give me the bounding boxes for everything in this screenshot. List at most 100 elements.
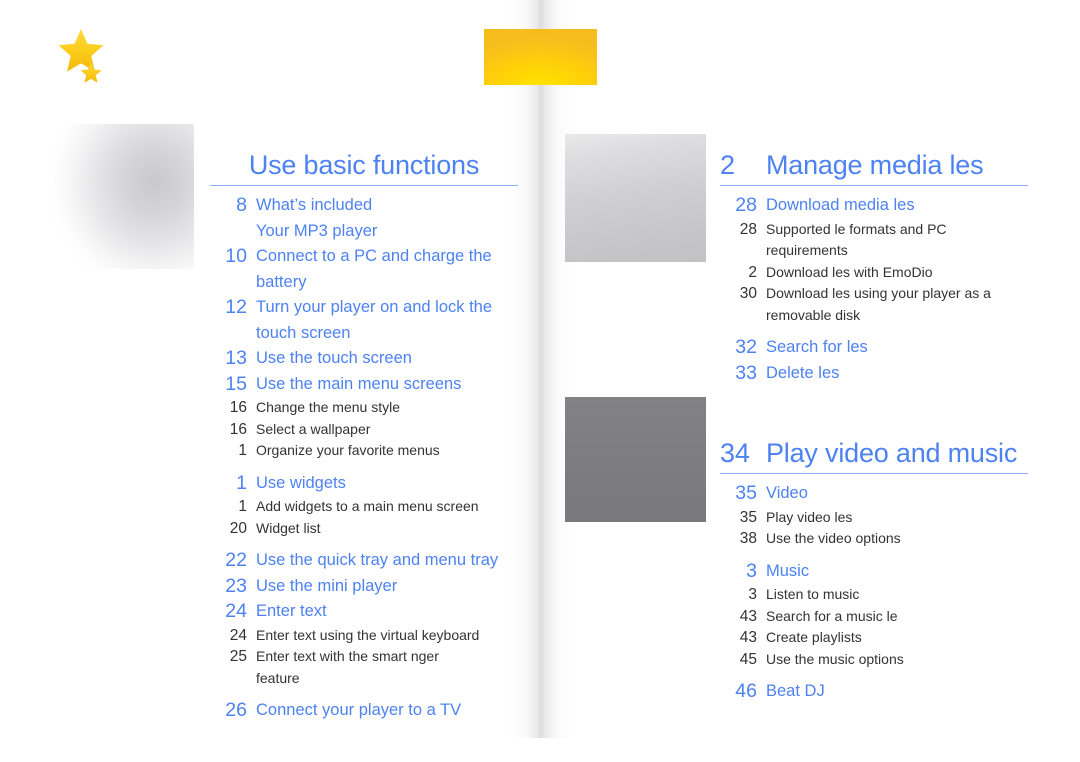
- toc-entry[interactable]: 35 Video: [720, 481, 1028, 507]
- toc-entry[interactable]: 24 Enter text using the virtual keyboard: [210, 625, 518, 647]
- toc-right-column: 2 Manage media les 28 Download media les 28 S…: [720, 150, 1028, 705]
- toc-entry-page-number: 16: [229, 399, 247, 416]
- toc-entry[interactable]: feature: [210, 668, 518, 690]
- toc-entry-page-number: 20: [229, 519, 247, 537]
- yellow-gradient-block: [484, 29, 597, 85]
- toc-entry-label: Download media les: [766, 196, 915, 214]
- toc-section-title: Play video and music: [766, 438, 1018, 468]
- toc-entry[interactable]: 13 Use the touch screen: [210, 346, 518, 372]
- toc-entry-page-number: 46: [735, 680, 757, 702]
- toc-entry-page-number: 35: [735, 482, 757, 504]
- toc-entry-label: Use the quick tray and menu tray: [256, 551, 499, 569]
- toc-entry[interactable]: 1 Add widgets to a main menu screen: [210, 496, 518, 518]
- toc-entry-label: battery: [256, 272, 307, 291]
- toc-entry-label: Download les using your player as a: [766, 285, 991, 301]
- toc-spacer: [720, 326, 1028, 335]
- toc-entry[interactable]: requirements: [720, 240, 1028, 262]
- light-gray-image-placeholder: [565, 134, 706, 262]
- toc-entry[interactable]: removable disk: [720, 305, 1028, 327]
- toc-entry[interactable]: touch screen: [210, 321, 518, 347]
- toc-entry[interactable]: Your MP3 player: [210, 219, 518, 245]
- toc-entry[interactable]: 24 Enter text: [210, 599, 518, 625]
- toc-entry[interactable]: 46 Beat DJ: [720, 679, 1028, 705]
- toc-entry[interactable]: 1 Use widgets: [210, 471, 518, 497]
- toc-entry[interactable]: 35 Play video les: [720, 507, 1028, 529]
- toc-entry[interactable]: 28 Supported le formats and PC: [720, 219, 1028, 241]
- toc-section-heading[interactable]: 2 Manage media les: [720, 150, 1028, 186]
- toc-entry-label: Use the video options: [766, 530, 901, 546]
- toc-entry-label: Enter text with the smart nger: [256, 648, 439, 664]
- toc-entry-label: Change the menu style: [256, 399, 400, 415]
- toc-entry-label: Turn your player on and lock the: [256, 298, 493, 316]
- toc-entry[interactable]: 30 Download les using your player as a: [720, 283, 1028, 305]
- toc-entry-label: Use the music options: [766, 650, 904, 667]
- toc-entry-label: Add widgets to a main menu screen: [256, 498, 479, 514]
- toc-entry[interactable]: 43 Search for a music le: [720, 606, 1028, 628]
- toc-entry-label: Create playlists: [766, 629, 862, 645]
- toc-entry-label: What’s included: [256, 196, 373, 214]
- toc-entry-label: Supported le formats and PC: [766, 220, 947, 237]
- toc-entry[interactable]: 12 Turn your player on and lock the: [210, 295, 518, 321]
- toc-entry-label: Select a wallpaper: [256, 420, 371, 437]
- stars-decoration: [58, 28, 122, 90]
- toc-spacer: [210, 689, 518, 698]
- toc-entry-list: 8 What’s included Your MP3 player 10 Connect…: [210, 193, 518, 724]
- toc-section-title: Manage media les: [766, 150, 984, 180]
- toc-entry-page-number: 10: [225, 245, 247, 267]
- toc-entry-label: Enter text: [256, 602, 327, 620]
- toc-entry-page-number: 16: [229, 420, 247, 438]
- toc-entry-page-number: 43: [739, 629, 757, 646]
- toc-entry[interactable]: 28 Download media les: [720, 193, 1028, 219]
- toc-section: Use basic functions 8 What’s included Your …: [210, 150, 518, 724]
- toc-entry[interactable]: 23 Use the mini player: [210, 574, 518, 600]
- toc-entry-page-number: 15: [225, 372, 247, 395]
- toc-left-column: Use basic functions 8 What’s included Your …: [210, 150, 518, 724]
- toc-entry-page-number: 28: [739, 220, 757, 238]
- toc-entry[interactable]: 10 Connect to a PC and charge the: [210, 244, 518, 270]
- toc-entry[interactable]: 8 What’s included: [210, 193, 518, 219]
- toc-entry-page-number: 24: [229, 626, 247, 644]
- toc-spacer: [720, 670, 1028, 679]
- toc-entry[interactable]: 45 Use the music options: [720, 649, 1028, 671]
- toc-entry-page-number: 1: [236, 471, 247, 494]
- toc-entry[interactable]: 3 Music: [720, 559, 1028, 585]
- toc-entry-page-number: 38: [739, 530, 757, 547]
- toc-entry[interactable]: 26 Connect your player to a TV: [210, 698, 518, 724]
- toc-entry[interactable]: 3 Listen to music: [720, 584, 1028, 606]
- toc-entry-label: Use widgets: [256, 473, 346, 492]
- toc-entry[interactable]: 16 Change the menu style: [210, 397, 518, 419]
- toc-entry-page-number: 22: [225, 549, 247, 571]
- toc-entry[interactable]: 20 Widget list: [210, 518, 518, 540]
- toc-entry[interactable]: 32 Search for les: [720, 335, 1028, 361]
- toc-entry-label: Use the touch screen: [256, 349, 412, 367]
- toc-entry[interactable]: 15 Use the main menu screens: [210, 372, 518, 398]
- toc-entry-label: touch screen: [256, 323, 351, 342]
- toc-entry-page-number: 3: [746, 559, 757, 582]
- gray-gradient-blob: [54, 124, 194, 269]
- toc-entry-label: Connect your player to a TV: [256, 701, 462, 719]
- toc-entry[interactable]: 43 Create playlists: [720, 627, 1028, 649]
- toc-section-heading[interactable]: 34 Play video and music: [720, 438, 1028, 474]
- toc-entry-label: Video: [766, 484, 808, 502]
- toc-entry[interactable]: 38 Use the video options: [720, 528, 1028, 550]
- toc-entry-page-number: 23: [225, 574, 247, 597]
- toc-entry[interactable]: 22 Use the quick tray and menu tray: [210, 548, 518, 574]
- toc-entry-label: Enter text using the virtual keyboard: [256, 626, 480, 643]
- toc-entry-label: Organize your favorite menus: [256, 442, 440, 458]
- toc-entry[interactable]: 16 Select a wallpaper: [210, 419, 518, 441]
- toc-entry[interactable]: 2 Download les with EmoDio: [720, 262, 1028, 284]
- toc-entry-label: requirements: [766, 242, 848, 258]
- toc-section-heading[interactable]: Use basic functions: [210, 150, 518, 186]
- toc-entry[interactable]: 33 Delete les: [720, 361, 1028, 387]
- toc-entry-label: Delete les: [766, 363, 840, 382]
- toc-entry[interactable]: battery: [210, 270, 518, 296]
- toc-entry-label: Search for a music le: [766, 607, 898, 624]
- toc-entry[interactable]: 25 Enter text with the smart nger: [210, 646, 518, 668]
- toc-entry-label: feature: [256, 669, 300, 686]
- toc-page: Use basic functions 8 What’s included Your …: [0, 0, 1080, 762]
- toc-section-title: Use basic functions: [248, 150, 480, 180]
- toc-entry[interactable]: 1 Organize your favorite menus: [210, 440, 518, 462]
- toc-entry-label: Use the mini player: [256, 576, 398, 595]
- star-icon: [80, 62, 102, 83]
- toc-entry-label: Use the main menu screens: [256, 374, 462, 393]
